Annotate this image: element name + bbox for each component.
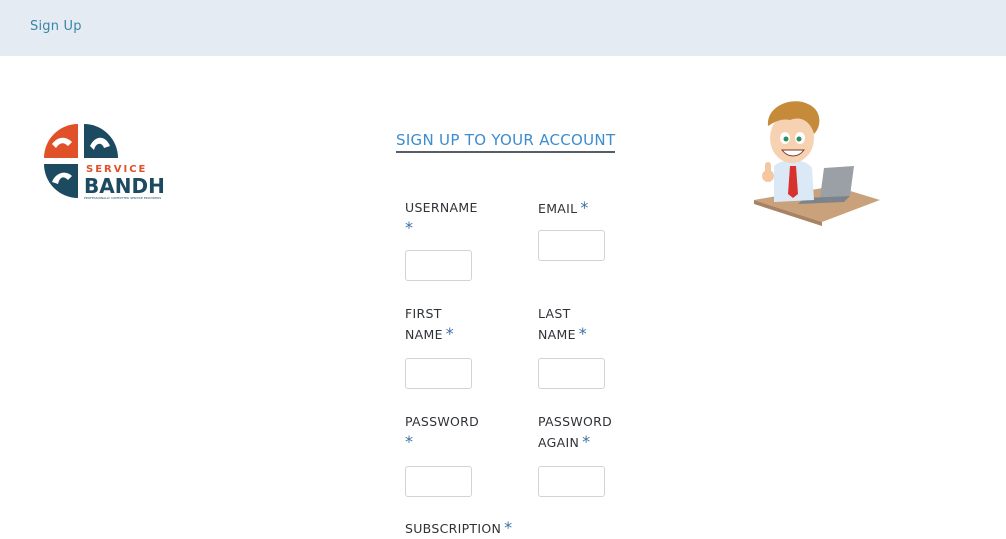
password-again-required-mark: * [582,432,591,451]
username-label-text: USERNAME [405,200,478,215]
last-name-label-line2: NAME [538,327,576,342]
first-name-label: FIRST NAME * [405,304,454,345]
email-input[interactable] [538,230,605,261]
password-again-input[interactable] [538,466,605,497]
email-required-mark: * [580,198,589,217]
service-bandhu-logo: SERVICE BANDHU PROFESSIONALLY COMMITTED … [44,124,166,200]
logo-bandhu-text: BANDHU [84,174,166,198]
password-again-label: PASSWORD AGAIN * [538,412,612,453]
first-name-required-mark: * [445,324,455,343]
last-name-label: LAST NAME * [538,304,587,345]
first-name-input[interactable] [405,358,472,389]
first-name-label-line1: FIRST [405,306,442,321]
page-title: SIGN UP TO YOUR ACCOUNT [396,131,616,153]
last-name-required-mark: * [578,324,588,343]
username-label: USERNAME * [405,198,478,239]
password-label: PASSWORD * [405,412,479,453]
password-input[interactable] [405,466,472,497]
last-name-label-line1: LAST [538,306,571,321]
logo-tagline-text: PROFESSIONALLY COMMITTED SERVICE PROVIDE… [84,196,161,200]
top-bar: Sign Up [0,0,1006,56]
username-input[interactable] [405,250,472,281]
breadcrumb-sign-up[interactable]: Sign Up [30,19,82,34]
email-label-text: EMAIL [538,201,578,216]
username-required-mark: * [405,218,414,237]
subscription-label: SUBSCRIPTION * [405,518,512,539]
password-again-label-line1: PASSWORD [538,414,613,429]
subscription-required-mark: * [504,518,513,537]
subscription-label-text: SUBSCRIPTION [405,521,502,536]
password-label-text: PASSWORD [405,414,480,429]
password-required-mark: * [405,432,414,451]
businessman-laptop-illustration [752,96,884,226]
password-again-label-line2: AGAIN [538,435,580,450]
last-name-input[interactable] [538,358,605,389]
email-label: EMAIL * [538,198,589,219]
first-name-label-line2: NAME [405,327,443,342]
